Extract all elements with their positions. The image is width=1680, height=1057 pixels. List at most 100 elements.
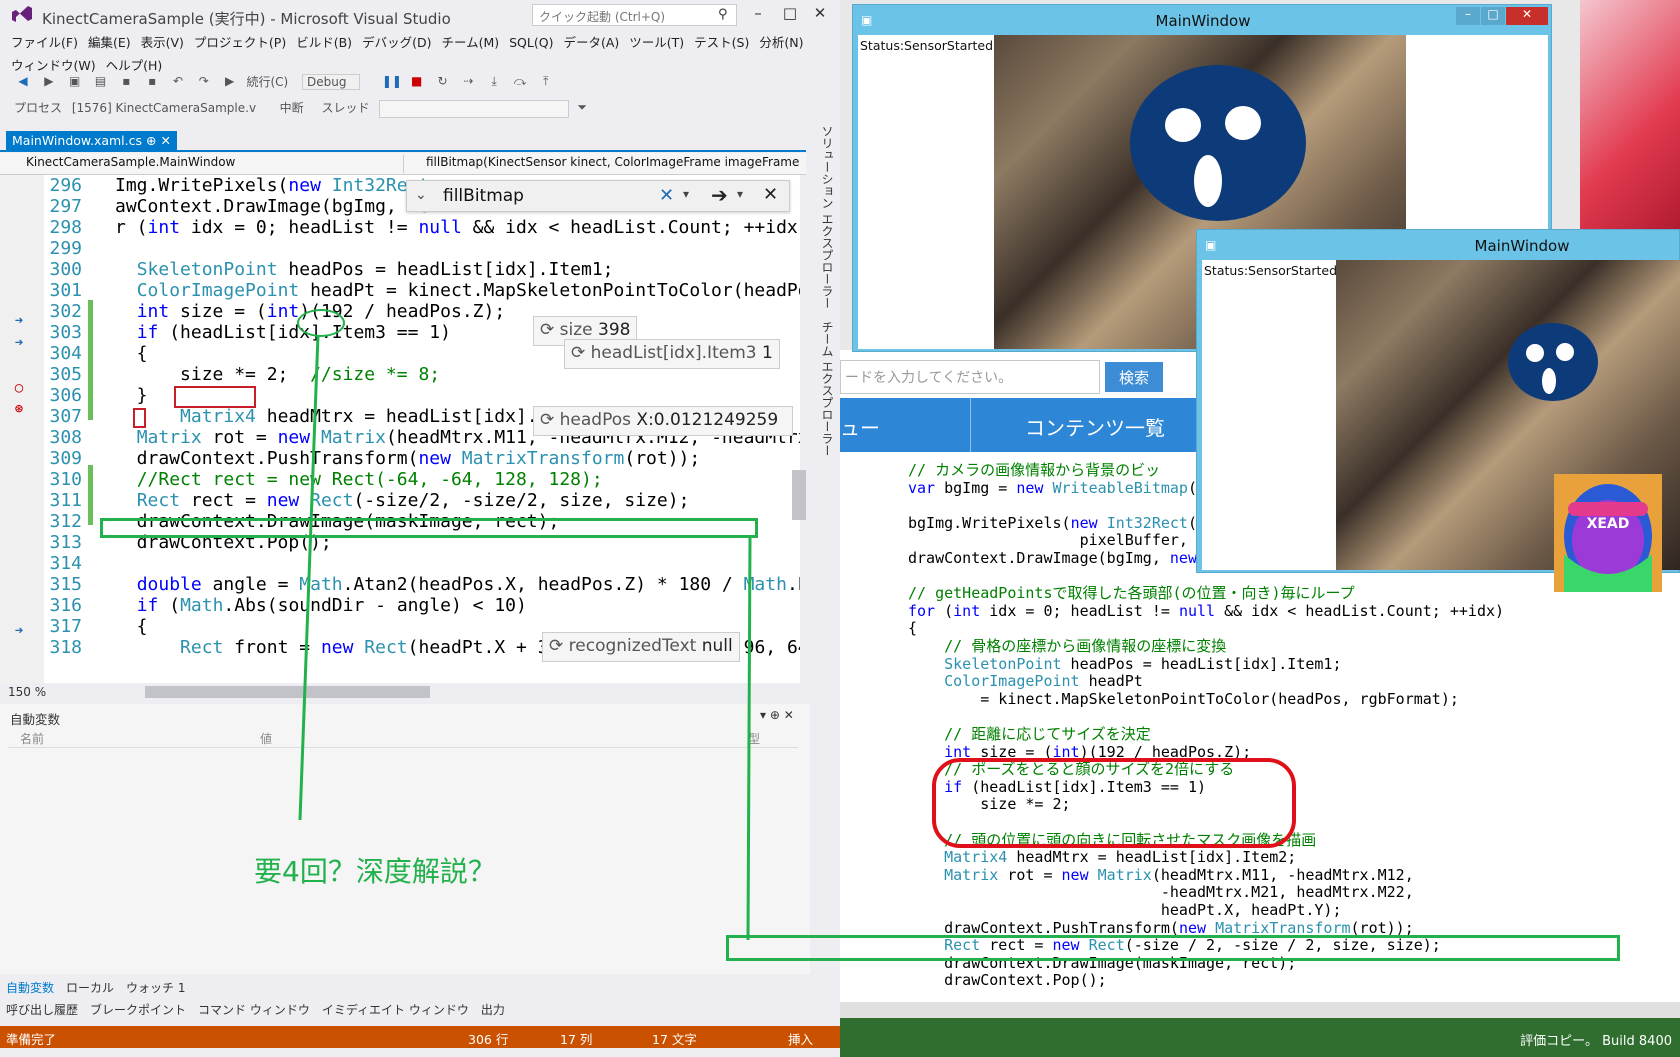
quick-launch-input[interactable]: クイック起動 (Ctrl+Q)	[532, 4, 737, 26]
code-line[interactable]: SkeletonPoint headPos = headList[idx].It…	[115, 259, 614, 282]
open-icon[interactable]: ▤	[91, 74, 109, 92]
menu-project[interactable]: プロジェクト(P)	[189, 30, 291, 50]
code-line[interactable]: if (headList[idx].Item3 == 1)	[115, 322, 451, 345]
bookmark-icon[interactable]: ➜	[8, 335, 30, 355]
code-line[interactable]: awContext.DrawImage(bgImg, ne	[115, 196, 429, 219]
menu-view[interactable]: 表示(V)	[136, 30, 189, 50]
datatip-recognizedtext[interactable]: ⟳ recognizedText null	[542, 632, 740, 662]
menu-test[interactable]: テスト(S)	[689, 30, 754, 50]
back-icon[interactable]: ◀	[14, 74, 32, 92]
menu-data[interactable]: データ(A)	[558, 30, 624, 50]
search-icon[interactable]: ⚲	[718, 7, 728, 22]
save-icon[interactable]: ▪	[117, 74, 135, 92]
nav-menu[interactable]: ュー	[840, 412, 880, 441]
new-project-icon[interactable]: ▣	[66, 74, 84, 92]
redo-icon[interactable]: ↷	[195, 74, 213, 92]
menu-analyze[interactable]: 分析(N)	[754, 30, 808, 50]
window-options-icon[interactable]: ▾ ⊕ ✕	[760, 708, 794, 722]
stop-debugging-icon[interactable]: ■	[408, 74, 426, 92]
column-type[interactable]: 型	[748, 730, 760, 747]
code-line[interactable]: {	[115, 343, 148, 366]
show-next-statement-icon[interactable]: ⇢	[459, 74, 477, 92]
code-line[interactable]: Matrix4 headMtrx = headList[idx].Item2;	[115, 406, 603, 429]
member-dropdown[interactable]: fillBitmap(KinectSensor kinect, ColorIma…	[410, 155, 810, 173]
undo-icon[interactable]: ↶	[169, 74, 187, 92]
site-search-button[interactable]: 検索	[1105, 362, 1163, 392]
code-line[interactable]: //Rect rect = new Rect(-64, -64, 128, 12…	[115, 469, 603, 492]
code-line[interactable]: r (int idx = 0; headList != null && idx …	[115, 217, 800, 240]
code-line[interactable]: Rect rect = new Rect(-size/2, -size/2, s…	[115, 490, 690, 513]
code-line[interactable]: size *= 2; //size *= 8;	[115, 364, 440, 387]
suspend-button[interactable]: 中断	[280, 101, 304, 115]
datatip-headpos[interactable]: ⟳ headPos X:0.0121249259	[533, 406, 793, 436]
close-tab-icon[interactable]: ✕	[160, 133, 170, 148]
code-line[interactable]: {	[115, 616, 148, 639]
menu-window[interactable]: ウィンドウ(W)	[6, 53, 101, 73]
menu-tools[interactable]: ツール(T)	[624, 30, 689, 50]
menu-debug[interactable]: デバッグ(D)	[357, 30, 436, 50]
datatip-item3[interactable]: ⟳ headList[idx].Item3 1	[564, 339, 780, 369]
filter-icon[interactable]: ⏷	[573, 100, 591, 118]
tab-command-window[interactable]: コマンド ウィンドウ	[192, 996, 316, 1023]
code-line[interactable]: }	[115, 385, 148, 408]
step-into-icon[interactable]: ⤓	[485, 74, 503, 92]
side-panel-tabs[interactable]: ソリューション エクスプローラー チーム エクスプローラー	[806, 125, 836, 685]
tab-breakpoints[interactable]: ブレークポイント	[84, 996, 192, 1023]
menu-file[interactable]: ファイル(F)	[6, 30, 83, 50]
process-select[interactable]: [1576] KinectCameraSample.v	[72, 101, 262, 115]
step-over-icon[interactable]: ⤼	[511, 74, 529, 92]
type-dropdown[interactable]: KinectCameraSample.MainWindow	[8, 155, 404, 173]
clear-search-icon[interactable]: ✕	[659, 185, 674, 206]
find-expand-icon[interactable]: ⌄	[415, 187, 427, 203]
find-options-icon[interactable]: ▾	[683, 187, 689, 201]
close-button[interactable]: ✕	[1506, 7, 1548, 25]
zoom-select[interactable]: 150 %	[8, 685, 46, 699]
code-line[interactable]: Img.WritePixels(new Int32Rect	[115, 175, 429, 198]
forward-icon[interactable]: ▶	[40, 74, 58, 92]
menu-team[interactable]: チーム(M)	[436, 30, 504, 50]
thread-select[interactable]	[379, 99, 570, 118]
code-line[interactable]: if (Math.Abs(soundDir - angle) < 10)	[115, 595, 527, 618]
site-search-input[interactable]: ードを入力してください。	[840, 360, 1100, 394]
close-find-icon[interactable]: ✕	[763, 184, 778, 205]
find-next-icon[interactable]: ➔	[711, 183, 728, 207]
document-tab[interactable]: MainWindow.xaml.cs ⊕ ✕	[6, 131, 177, 151]
config-select[interactable]: Debug	[302, 74, 361, 90]
minimize-button[interactable]: –	[1456, 7, 1480, 25]
menu-edit[interactable]: 編集(E)	[83, 30, 136, 50]
close-button[interactable]: ✕	[808, 4, 832, 26]
menu-build[interactable]: ビルド(B)	[291, 30, 357, 50]
maximize-button[interactable]: □	[778, 4, 802, 26]
tab-output[interactable]: 出力	[475, 996, 511, 1023]
find-box[interactable]: ⌄ fillBitmap ✕ ▾ ➔ ▾ ✕	[406, 180, 790, 212]
vertical-scrollbar-thumb[interactable]	[792, 470, 806, 520]
page-scrollbar[interactable]	[840, 1002, 1680, 1018]
bookmark-icon[interactable]: ➜	[8, 313, 30, 333]
tab-immediate-window[interactable]: イミディエイト ウィンドウ	[316, 996, 475, 1023]
breakpoint-current-icon[interactable]: ⊛	[8, 401, 30, 421]
horizontal-scrollbar-thumb[interactable]	[145, 686, 430, 698]
code-line[interactable]: drawContext.PushTransform(new MatrixTran…	[115, 448, 701, 471]
continue-button[interactable]: 続行(C)	[246, 75, 288, 89]
code-line[interactable]: ColorImagePoint headPt = kinect.MapSkele…	[115, 280, 800, 303]
save-all-icon[interactable]: ▪	[143, 74, 161, 92]
maximize-button[interactable]: □	[1481, 7, 1505, 25]
break-all-icon[interactable]: ❚❚	[382, 74, 402, 92]
bookmark-icon[interactable]: ➜	[8, 623, 30, 643]
restart-icon[interactable]: ↻	[434, 74, 452, 92]
column-name[interactable]: 名前	[20, 730, 44, 747]
menu-sql[interactable]: SQL(Q)	[504, 33, 558, 53]
find-dropdown-icon[interactable]: ▾	[737, 187, 743, 201]
column-value[interactable]: 値	[260, 730, 272, 747]
breakpoint-disabled-icon[interactable]: ○	[8, 380, 30, 400]
continue-icon[interactable]: ▶	[221, 74, 239, 92]
minimize-button[interactable]: –	[746, 4, 770, 26]
menu-help[interactable]: ヘルプ(H)	[101, 53, 168, 73]
nav-contents[interactable]: コンテンツ一覧	[1025, 412, 1165, 441]
step-out-icon[interactable]: ⤒	[537, 74, 555, 92]
find-input[interactable]: fillBitmap	[443, 186, 524, 206]
pin-icon[interactable]: ⊕	[146, 133, 156, 148]
indicator-margin[interactable]	[0, 175, 44, 683]
code-line[interactable]: double angle = Math.Atan2(headPos.X, hea…	[115, 574, 800, 597]
tab-call-stack[interactable]: 呼び出し履歴	[0, 996, 84, 1023]
